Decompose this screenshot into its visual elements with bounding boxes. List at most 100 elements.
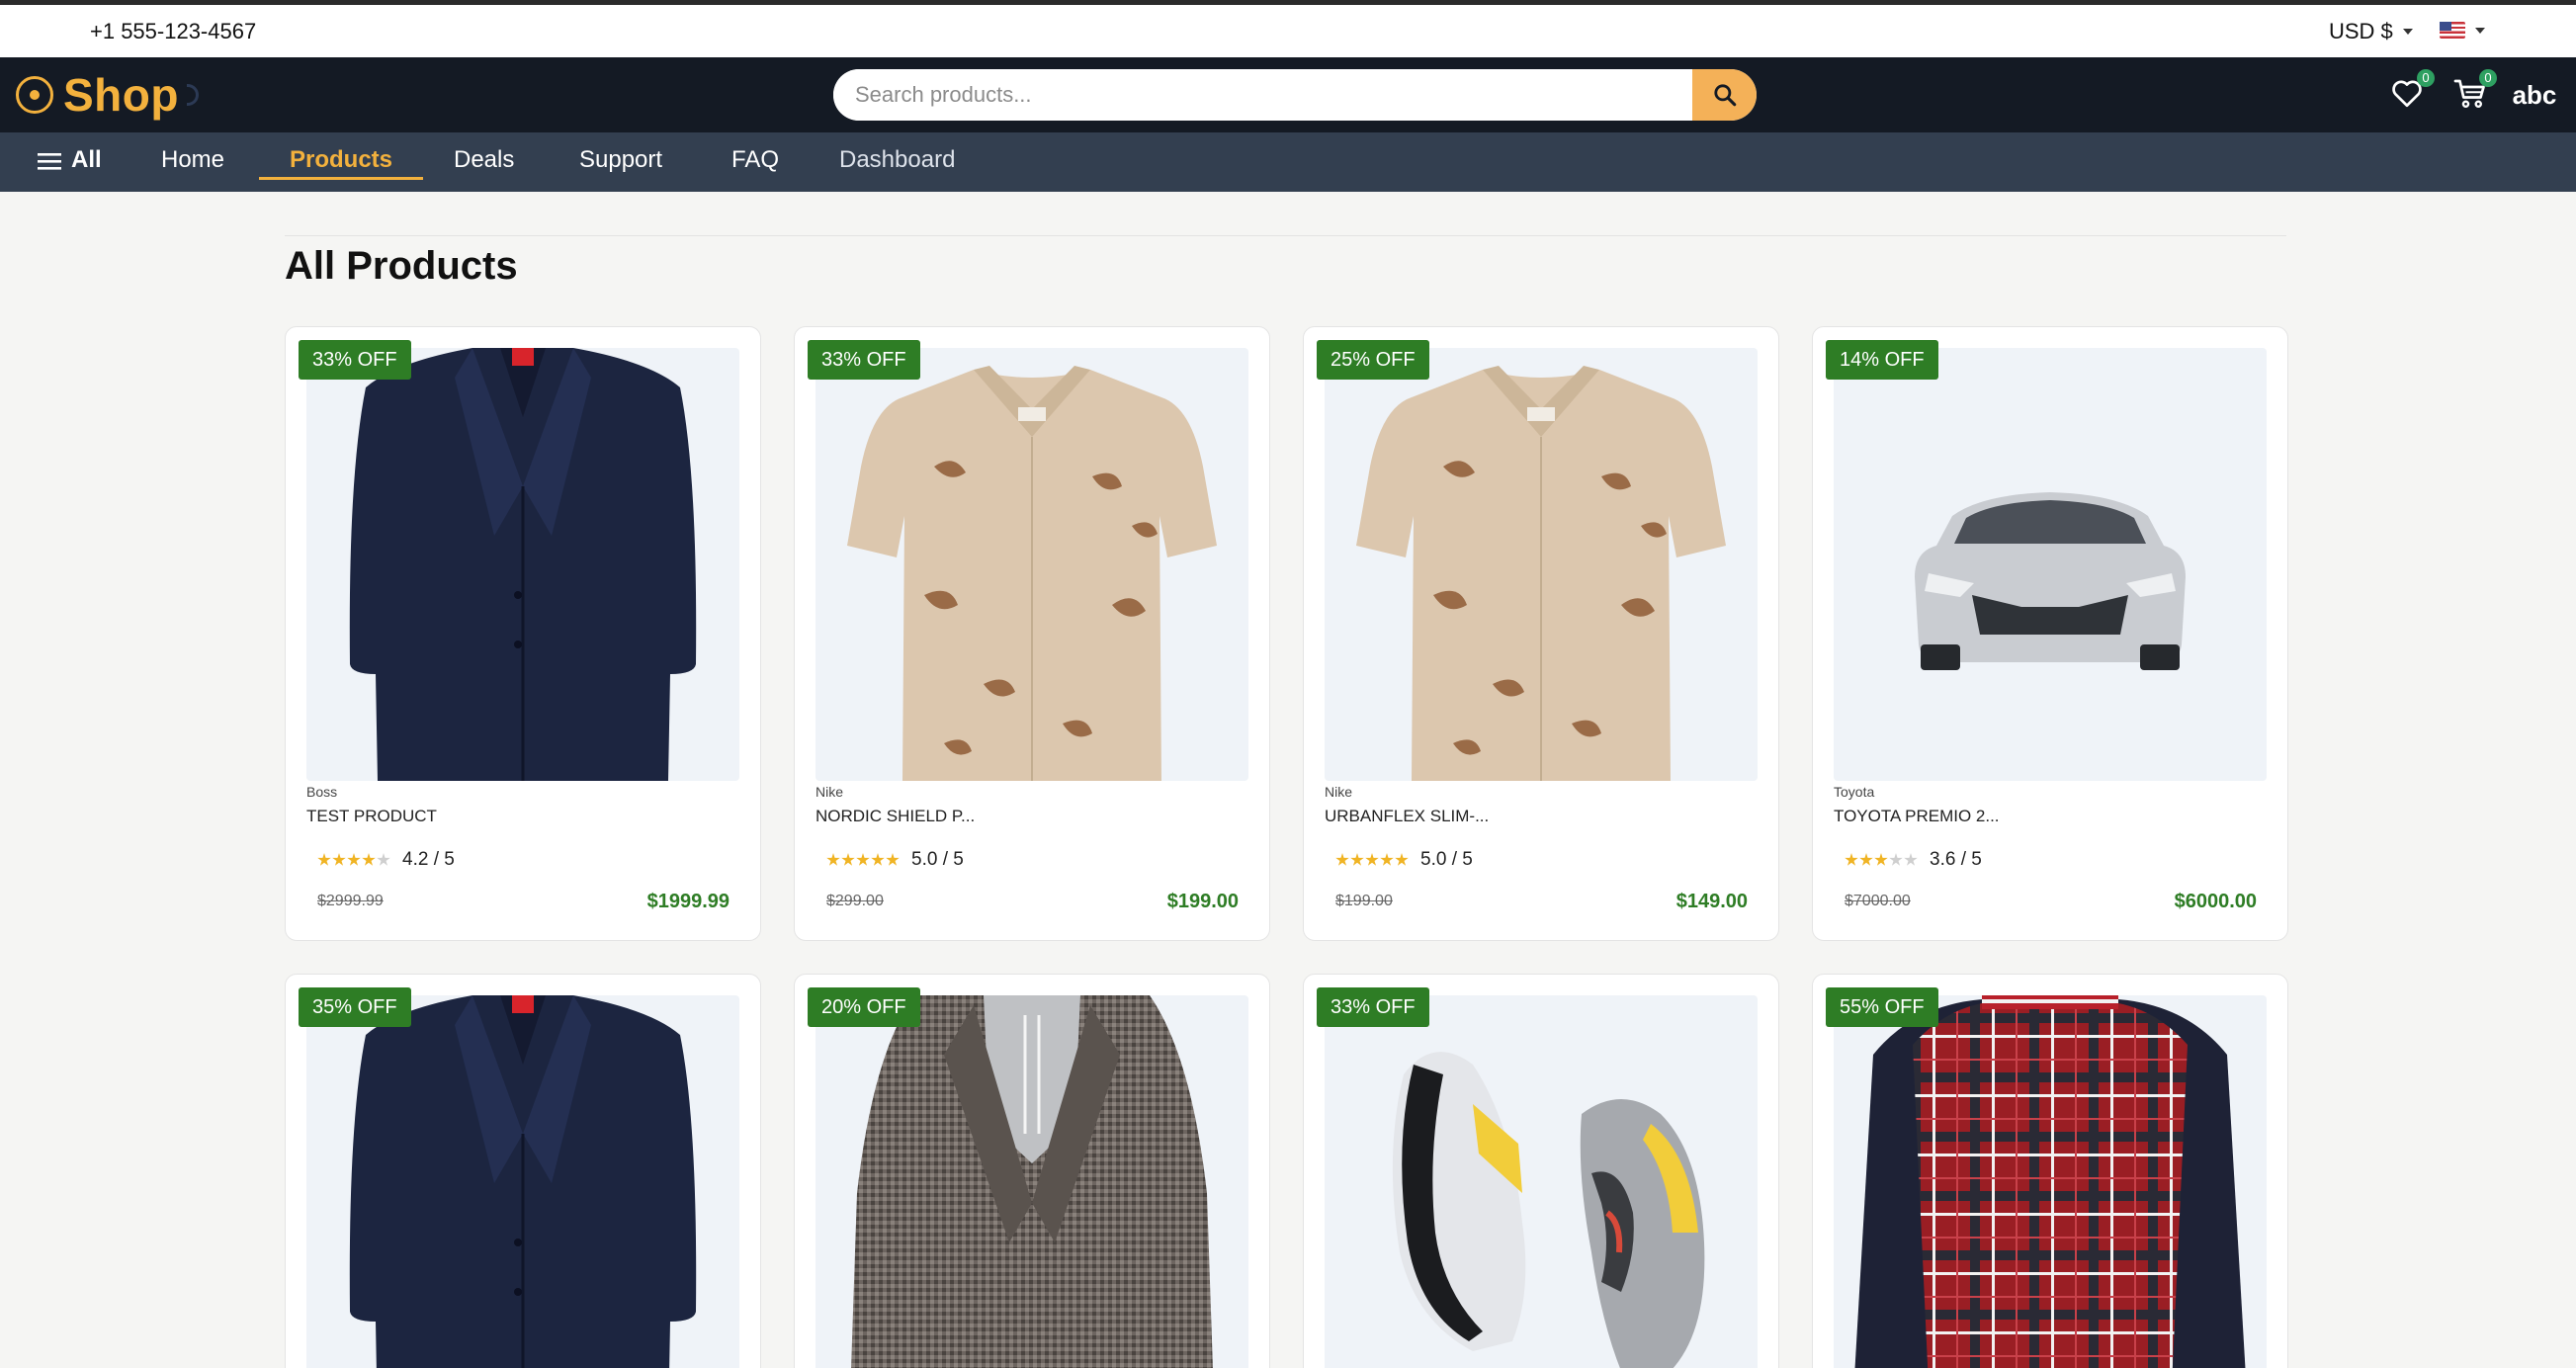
star-rating — [317, 853, 390, 867]
logo-text: Shop — [63, 69, 179, 121]
product-name[interactable]: TOYOTA PREMIO 2... — [1834, 807, 2000, 826]
discount-badge: 25% OFF — [1317, 340, 1429, 380]
star-icon — [1350, 853, 1364, 866]
discount-badge: 55% OFF — [1826, 987, 1938, 1027]
product-image-coat[interactable] — [816, 995, 1248, 1368]
product-image-shoes[interactable] — [1325, 995, 1758, 1368]
discount-badge: 35% OFF — [299, 987, 411, 1027]
nav-all-label: All — [71, 146, 102, 173]
product-card[interactable]: 33% OFF — [1303, 974, 1779, 1368]
discount-badge: 33% OFF — [808, 340, 920, 380]
language-selector[interactable] — [2440, 22, 2485, 39]
original-price: $299.00 — [826, 893, 884, 909]
star-icon — [1904, 853, 1918, 866]
rating-text: 5.0 / 5 — [911, 849, 964, 870]
product-brand: Nike — [1325, 784, 1353, 800]
product-name[interactable]: URBANFLEX SLIM-... — [1325, 807, 1489, 826]
chevron-down-icon — [2402, 29, 2413, 35]
search-icon — [1713, 84, 1736, 107]
product-card[interactable]: 14% OFF Toyota TOYOTA PREMIO 2... 3.6 / … — [1812, 326, 2288, 941]
main-nav: All Home Products Deals Support FAQ Dash… — [0, 132, 2576, 192]
wishlist-count-badge: 0 — [2417, 69, 2435, 87]
product-image-shirt[interactable] — [816, 348, 1248, 781]
star-icon — [856, 853, 870, 866]
discount-badge: 33% OFF — [1317, 987, 1429, 1027]
search-input[interactable] — [833, 69, 1692, 121]
product-image-plaid-jacket[interactable] — [1834, 995, 2267, 1368]
logo-icon — [16, 76, 53, 114]
star-icon — [1380, 853, 1394, 866]
original-price: $7000.00 — [1845, 893, 1911, 909]
star-icon — [1845, 853, 1858, 866]
star-icon — [347, 853, 361, 866]
menu-icon — [38, 152, 61, 170]
sale-price: $199.00 — [1166, 891, 1239, 912]
currency-selector[interactable]: USD $ — [2329, 19, 2413, 44]
star-icon — [886, 853, 900, 866]
product-rating: 3.6 / 5 — [1845, 849, 1982, 871]
user-avatar[interactable]: abc — [2511, 71, 2558, 119]
star-icon — [1395, 853, 1409, 866]
product-card[interactable]: 33% OFF Boss TEST PRODUCT 4.2 / 5 $2999.… — [285, 326, 761, 941]
search-button[interactable] — [1692, 69, 1757, 121]
star-rating — [1335, 853, 1409, 867]
product-card[interactable]: 55% OFF — [1812, 974, 2288, 1368]
rating-text: 5.0 / 5 — [1420, 849, 1473, 870]
discount-badge: 14% OFF — [1826, 340, 1938, 380]
product-card[interactable]: 35% OFF — [285, 974, 761, 1368]
star-icon — [826, 853, 840, 866]
star-icon — [1889, 853, 1903, 866]
product-image-car[interactable] — [1834, 348, 2267, 781]
product-card[interactable]: 33% OFF Nike NORDIC SHIELD P... 5.0 / 5 … — [794, 326, 1270, 941]
star-icon — [1859, 853, 1873, 866]
cart-button[interactable]: 0 — [2451, 69, 2497, 115]
sale-price: $1999.99 — [646, 891, 730, 912]
cart-count-badge: 0 — [2479, 69, 2497, 87]
product-image-shirt[interactable] — [1325, 348, 1758, 781]
nav-item-products[interactable]: Products — [290, 146, 392, 174]
divider — [285, 235, 2286, 236]
nav-all-button[interactable]: All — [38, 146, 102, 174]
nav-item-dashboard[interactable]: Dashboard — [839, 146, 955, 174]
product-card[interactable]: 20% OFF — [794, 974, 1270, 1368]
page-title: All Products — [285, 244, 518, 288]
nav-item-faq[interactable]: FAQ — [731, 146, 779, 174]
nav-item-home[interactable]: Home — [161, 146, 224, 174]
rating-text: 3.6 / 5 — [1930, 849, 1982, 870]
product-rating: 5.0 / 5 — [1335, 849, 1473, 871]
star-icon — [362, 853, 376, 866]
product-rating: 5.0 / 5 — [826, 849, 964, 871]
nav-item-deals[interactable]: Deals — [454, 146, 514, 174]
star-icon — [317, 853, 331, 866]
product-rating: 4.2 / 5 — [317, 849, 455, 871]
main-header: Shop 0 0 abc — [0, 57, 2576, 132]
sale-price: $149.00 — [1675, 891, 1748, 912]
discount-badge: 20% OFF — [808, 987, 920, 1027]
search-bar — [833, 69, 1757, 121]
product-name[interactable]: NORDIC SHIELD P... — [816, 807, 975, 826]
chevron-down-icon — [2475, 27, 2485, 34]
product-image-suit[interactable] — [306, 995, 739, 1368]
star-icon — [841, 853, 855, 866]
star-icon — [332, 853, 346, 866]
discount-badge: 33% OFF — [299, 340, 411, 380]
star-icon — [1365, 853, 1379, 866]
star-icon — [1335, 853, 1349, 866]
logo[interactable]: Shop — [16, 68, 199, 122]
star-icon — [871, 853, 885, 866]
nav-item-support[interactable]: Support — [579, 146, 662, 174]
product-brand: Nike — [816, 784, 844, 800]
currency-label: USD $ — [2329, 19, 2393, 43]
top-bar: +1 555-123-4567 USD $ — [0, 5, 2576, 57]
phone-number: +1 555-123-4567 — [90, 19, 257, 43]
star-rating — [826, 853, 900, 867]
us-flag-icon — [2440, 22, 2465, 39]
product-card[interactable]: 25% OFF Nike URBANFLEX SLIM-... 5.0 / 5 … — [1303, 326, 1779, 941]
sale-price: $6000.00 — [2174, 891, 2257, 912]
product-name[interactable]: TEST PRODUCT — [306, 807, 437, 826]
product-brand: Boss — [306, 784, 338, 800]
wishlist-button[interactable]: 0 — [2389, 69, 2435, 115]
active-nav-indicator — [259, 177, 423, 180]
product-image-suit[interactable] — [306, 348, 739, 781]
product-brand: Toyota — [1834, 784, 1875, 800]
